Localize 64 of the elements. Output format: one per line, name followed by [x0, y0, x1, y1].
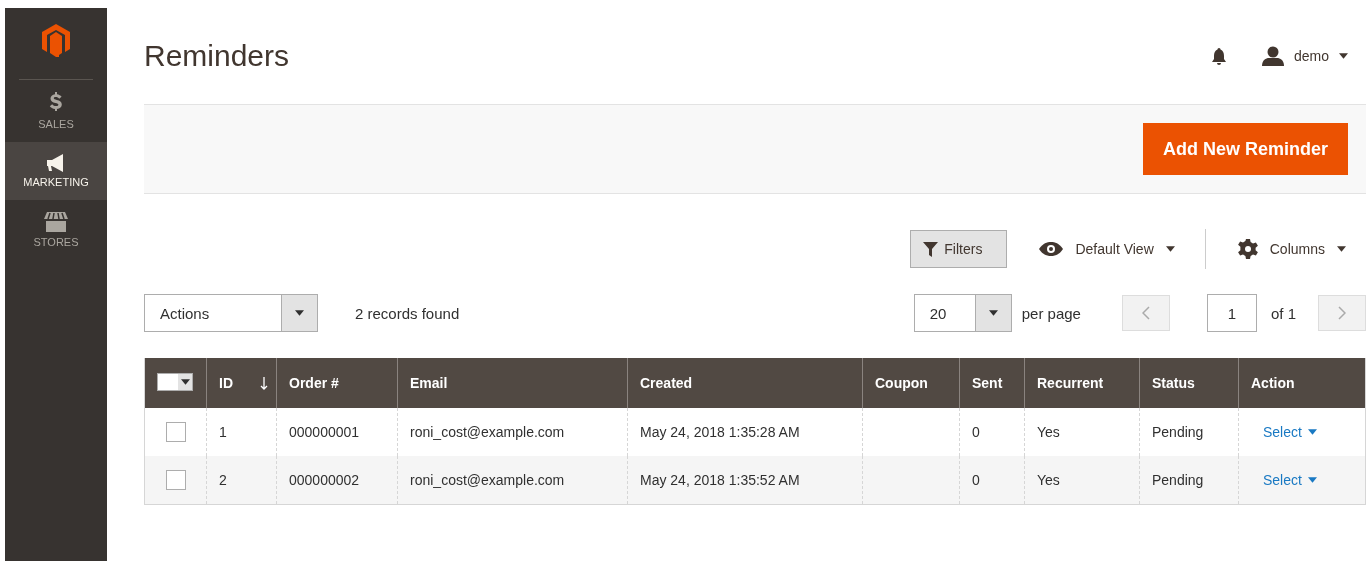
table-cell: May 24, 2018 1:35:52 AM [640, 472, 800, 488]
table-cell: 000000002 [289, 472, 360, 488]
dollar-icon [47, 92, 65, 114]
row-checkbox[interactable] [165, 470, 186, 490]
nav-item[interactable]: SALES [5, 80, 107, 142]
page-title: Reminders [144, 39, 291, 73]
nav-item[interactable]: STORES [5, 200, 107, 260]
caret-icon [295, 310, 304, 316]
per-page-label: per page [1021, 304, 1081, 322]
table-cell: 0 [972, 472, 980, 488]
caret-icon [1307, 429, 1317, 435]
column-header[interactable]: Recurrent [1024, 358, 1140, 408]
storefront-icon [44, 212, 68, 232]
table-cell: Pending [1152, 424, 1204, 440]
table-cell: Pending [1152, 472, 1204, 488]
settings-icon [1237, 239, 1258, 259]
page-number-field[interactable]: 1 [1206, 294, 1257, 332]
mass-select-dropdown[interactable] [157, 373, 193, 391]
previous-page-button[interactable] [1121, 295, 1170, 331]
caret-icon [1337, 246, 1346, 252]
column-header[interactable]: Action [1238, 358, 1366, 408]
records-count: 2 records found [355, 304, 461, 322]
table-cell: 1 [219, 424, 227, 440]
caret-icon [988, 310, 998, 316]
filter-icon [923, 241, 939, 257]
select-action-link[interactable]: Select [1263, 472, 1317, 488]
next-page-button[interactable] [1318, 295, 1366, 331]
columns-dropdown[interactable]: Columns [1269, 241, 1325, 257]
table-cell: 000000001 [289, 424, 360, 440]
column-header[interactable]: Sent [959, 358, 1025, 408]
caret-icon [1307, 477, 1317, 483]
caret-icon [1165, 246, 1175, 252]
actions-dropdown[interactable]: Actions [144, 294, 318, 332]
eye-icon [1039, 242, 1064, 256]
table-cell: Yes [1037, 424, 1060, 440]
table-cell: roni_cost@example.com [410, 424, 565, 440]
row-checkbox[interactable] [165, 422, 186, 442]
table-cell: 2 [219, 472, 227, 488]
filters-button[interactable]: Filters [910, 230, 1008, 268]
table-cell: Yes [1037, 472, 1060, 488]
table-cell: roni_cost@example.com [410, 472, 565, 488]
column-header[interactable]: ID [206, 358, 277, 408]
bell-icon[interactable] [1211, 47, 1226, 65]
caret-icon [1339, 53, 1348, 59]
chevron-right-icon [1338, 306, 1346, 320]
add-new-reminder-button[interactable]: Add New Reminder [1142, 123, 1348, 175]
user-menu[interactable]: demo [1293, 48, 1329, 64]
caret-icon [180, 379, 190, 385]
chevron-left-icon [1141, 306, 1150, 320]
table-cell: May 24, 2018 1:35:28 AM [640, 424, 800, 440]
column-header[interactable]: Email [397, 358, 628, 408]
page-total: of 1 [1270, 304, 1296, 322]
column-header[interactable]: Coupon [862, 358, 960, 408]
logo-icon [42, 24, 70, 57]
per-page-dropdown[interactable]: 20 [913, 294, 1012, 332]
user-icon [1261, 46, 1284, 66]
nav-item[interactable]: MARKETING [5, 142, 107, 200]
select-action-link[interactable]: Select [1263, 424, 1317, 440]
table-cell: 0 [972, 424, 980, 440]
sort-arrow-icon [260, 376, 268, 390]
column-header[interactable]: Status [1139, 358, 1239, 408]
view-dropdown[interactable]: Default View [1075, 241, 1154, 257]
column-header[interactable]: Order # [276, 358, 398, 408]
column-header[interactable]: Created [627, 358, 863, 408]
